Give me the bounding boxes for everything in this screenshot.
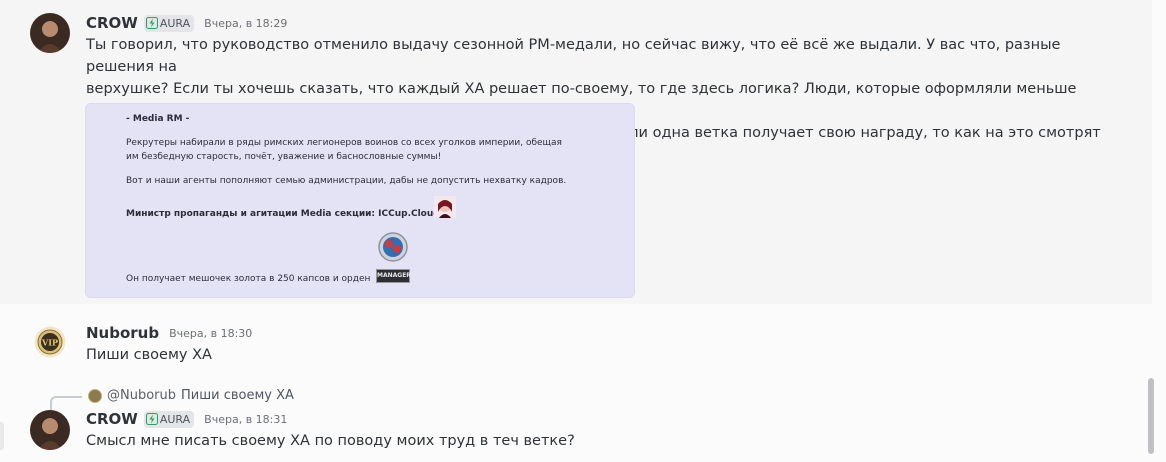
server-tag[interactable]: AURA bbox=[143, 14, 195, 32]
message-content: Пиши своему ХА bbox=[86, 344, 1106, 366]
timestamp[interactable]: Вчера, в 18:31 bbox=[204, 413, 287, 426]
attachment-reward: Он получает мешочек золота в 250 капсов … bbox=[126, 274, 371, 284]
message-content: Смысл мне писать своему ХА по поводу мои… bbox=[86, 430, 1106, 452]
attachment-title: - Media RM - bbox=[126, 114, 190, 124]
message-crow-1[interactable]: CROW AURA Вчера, в 18:29 Ты говорил, что… bbox=[0, 0, 1152, 304]
scrollbar[interactable] bbox=[1148, 378, 1154, 454]
reply-preview[interactable]: @Nuborub Пиши своему ХА bbox=[88, 388, 294, 403]
server-tag[interactable]: AURA bbox=[143, 410, 195, 428]
lightning-icon bbox=[145, 17, 158, 29]
image-attachment[interactable]: - Media RM - Рекрутеры набирали в ряды р… bbox=[85, 103, 635, 298]
avatar[interactable] bbox=[30, 13, 70, 53]
manager-medal-icon bbox=[378, 232, 408, 262]
message-crow-2[interactable]: CROW AURA Вчера, в 18:31 Смысл мне писат… bbox=[0, 404, 1152, 462]
message-line: Пиши своему ХА bbox=[86, 347, 212, 363]
message-nuborub[interactable]: VIP Nuborub Вчера, в 18:30 Пиши своему Х… bbox=[0, 318, 1152, 374]
attachment-text: Вот и наши агенты пополняют семью админи… bbox=[126, 176, 567, 186]
message-header: CROW AURA Вчера, в 18:31 bbox=[86, 410, 287, 428]
message-header: Nuborub Вчера, в 18:30 bbox=[86, 324, 252, 342]
svg-text:VIP: VIP bbox=[41, 338, 58, 348]
timestamp[interactable]: Вчера, в 18:29 bbox=[204, 17, 287, 30]
username[interactable]: CROW bbox=[86, 410, 138, 428]
username[interactable]: CROW bbox=[86, 14, 138, 32]
lightning-icon bbox=[145, 413, 158, 425]
username[interactable]: Nuborub bbox=[86, 324, 159, 342]
attachment-minister: Министр пропаганды и агитации Media секц… bbox=[126, 209, 446, 219]
message-line: Ты говорил, что руководство отменило выд… bbox=[86, 37, 1061, 75]
message-header: CROW AURA Вчера, в 18:29 bbox=[86, 14, 287, 32]
manager-badge: MANAGER bbox=[376, 269, 411, 283]
cloudy-avatar-icon bbox=[434, 196, 456, 218]
attachment-text: Рекрутеры набирали в ряды римских легион… bbox=[126, 138, 562, 148]
server-tag-label: AURA bbox=[159, 412, 191, 426]
server-tag-label: AURA bbox=[159, 16, 191, 30]
timestamp[interactable]: Вчера, в 18:30 bbox=[169, 327, 252, 340]
message-line: Смысл мне писать своему ХА по поводу мои… bbox=[86, 433, 575, 449]
avatar[interactable]: VIP bbox=[34, 326, 66, 358]
reply-avatar bbox=[88, 388, 102, 403]
attachment-text: им безбедную старость, почёт, уважение и… bbox=[126, 152, 442, 162]
reply-text[interactable]: Пиши своему ХА bbox=[181, 388, 294, 403]
reply-mention[interactable]: @Nuborub bbox=[107, 388, 176, 403]
avatar[interactable] bbox=[30, 410, 70, 450]
manager-badge-label: MANAGER bbox=[377, 272, 411, 279]
